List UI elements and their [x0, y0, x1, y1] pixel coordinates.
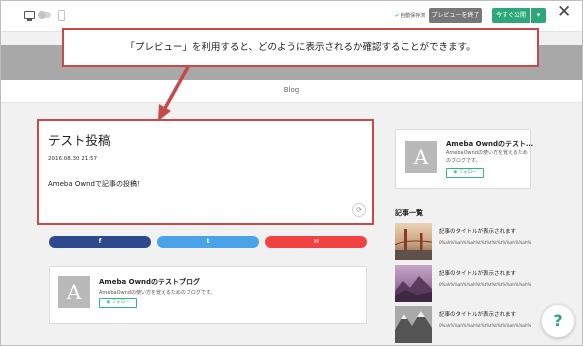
twitter-share-button[interactable]: t: [157, 236, 259, 248]
list-item[interactable]: 記事のタイトルが表示されます 0%ah%%ah%%ah%t%t%t%t%t%%a…: [395, 306, 535, 343]
follow-button[interactable]: ◉ フォロー: [99, 298, 137, 308]
desktop-view-icon[interactable]: [24, 11, 35, 21]
post-meta: 0%ah%%ah%%ah%t%t%t%t%t%%ah%%ah%: [439, 323, 532, 328]
rss-icon: ◉: [453, 170, 458, 175]
close-icon[interactable]: ✕: [557, 3, 571, 21]
post-meta: 0%ah%%ah%%ah%t%t%t%t%t%%ah%%ah%: [439, 282, 532, 287]
facebook-share-button[interactable]: f: [49, 236, 151, 248]
autosave-status: ✔自動保存済: [395, 12, 425, 19]
autosave-label: 自動保存済: [400, 13, 426, 19]
post-body: Ameba Owndで記事の投稿！: [48, 180, 144, 188]
avatar: A: [405, 141, 437, 173]
follow-label: フォロー: [111, 300, 130, 305]
follow-button[interactable]: ◉ フォロー: [446, 168, 484, 178]
post-title: 記事のタイトルが表示されます: [439, 229, 517, 235]
post-meta: 0%ah%%ah%%ah%t%t%t%t%t%%ah%%ah%: [439, 240, 532, 245]
list-item[interactable]: 記事のタイトルが表示されます 0%ah%%ah%%ah%t%t%t%t%t%%a…: [395, 223, 535, 260]
thumbnail-peaks: [395, 306, 432, 343]
recent-posts-heading: 記事一覧: [395, 209, 423, 217]
profile-description: AmebaOwndの使い方を覚えるためのブログです。: [99, 290, 216, 296]
sidebar-profile-card: A Ameba Owndのテスト… AmebaOwndの使い方を覚えるためのブロ…: [395, 129, 533, 189]
mobile-view-icon[interactable]: [58, 10, 65, 21]
profile-description: AmebaOwndの使い方を覚えるためのブログです。: [446, 150, 528, 164]
list-item[interactable]: 記事のタイトルが表示されます 0%ah%%ah%%ah%t%t%t%t%t%%a…: [395, 265, 535, 302]
annotation-callout: 「プレビュー」を利用すると、どのように表示されるか確認することができます。: [62, 28, 539, 67]
follow-label: フォロー: [458, 170, 477, 175]
publish-options-chevron-down-icon[interactable]: ▾: [531, 8, 546, 23]
post-title: 記事のタイトルが表示されます: [439, 271, 517, 277]
post-date: 2016.08.30 21:57: [48, 156, 98, 162]
check-icon: ✔: [395, 13, 400, 19]
mail-share-button[interactable]: ✉: [265, 236, 367, 248]
help-button[interactable]: ?: [541, 304, 575, 338]
profile-card: A Ameba Owndのテストブログ AmebaOwndの使い方を覚えるための…: [49, 266, 367, 324]
thumbnail-bridge: [395, 223, 432, 260]
nav-blog-link[interactable]: Blog: [1, 86, 582, 94]
post-title[interactable]: テスト投稿: [48, 130, 111, 149]
site-nav: Blog: [1, 80, 582, 103]
thumbnail-mountains: [395, 265, 432, 302]
profile-name[interactable]: Ameba Owndのテスト…: [446, 139, 533, 149]
post-title: 記事のタイトルが表示されます: [439, 312, 517, 318]
publish-now-button[interactable]: 今すぐ公開: [492, 8, 530, 23]
profile-name[interactable]: Ameba Owndのテストブログ: [99, 277, 200, 287]
avatar: A: [58, 276, 90, 308]
reblog-icon[interactable]: ⟳: [352, 203, 366, 217]
end-preview-button[interactable]: プレビューを終了: [429, 8, 482, 23]
post-card: テスト投稿 2016.08.30 21:57 Ameba Owndで記事の投稿！…: [37, 119, 374, 225]
view-toggle-switch[interactable]: [38, 11, 51, 19]
rss-icon: ◉: [106, 300, 111, 305]
